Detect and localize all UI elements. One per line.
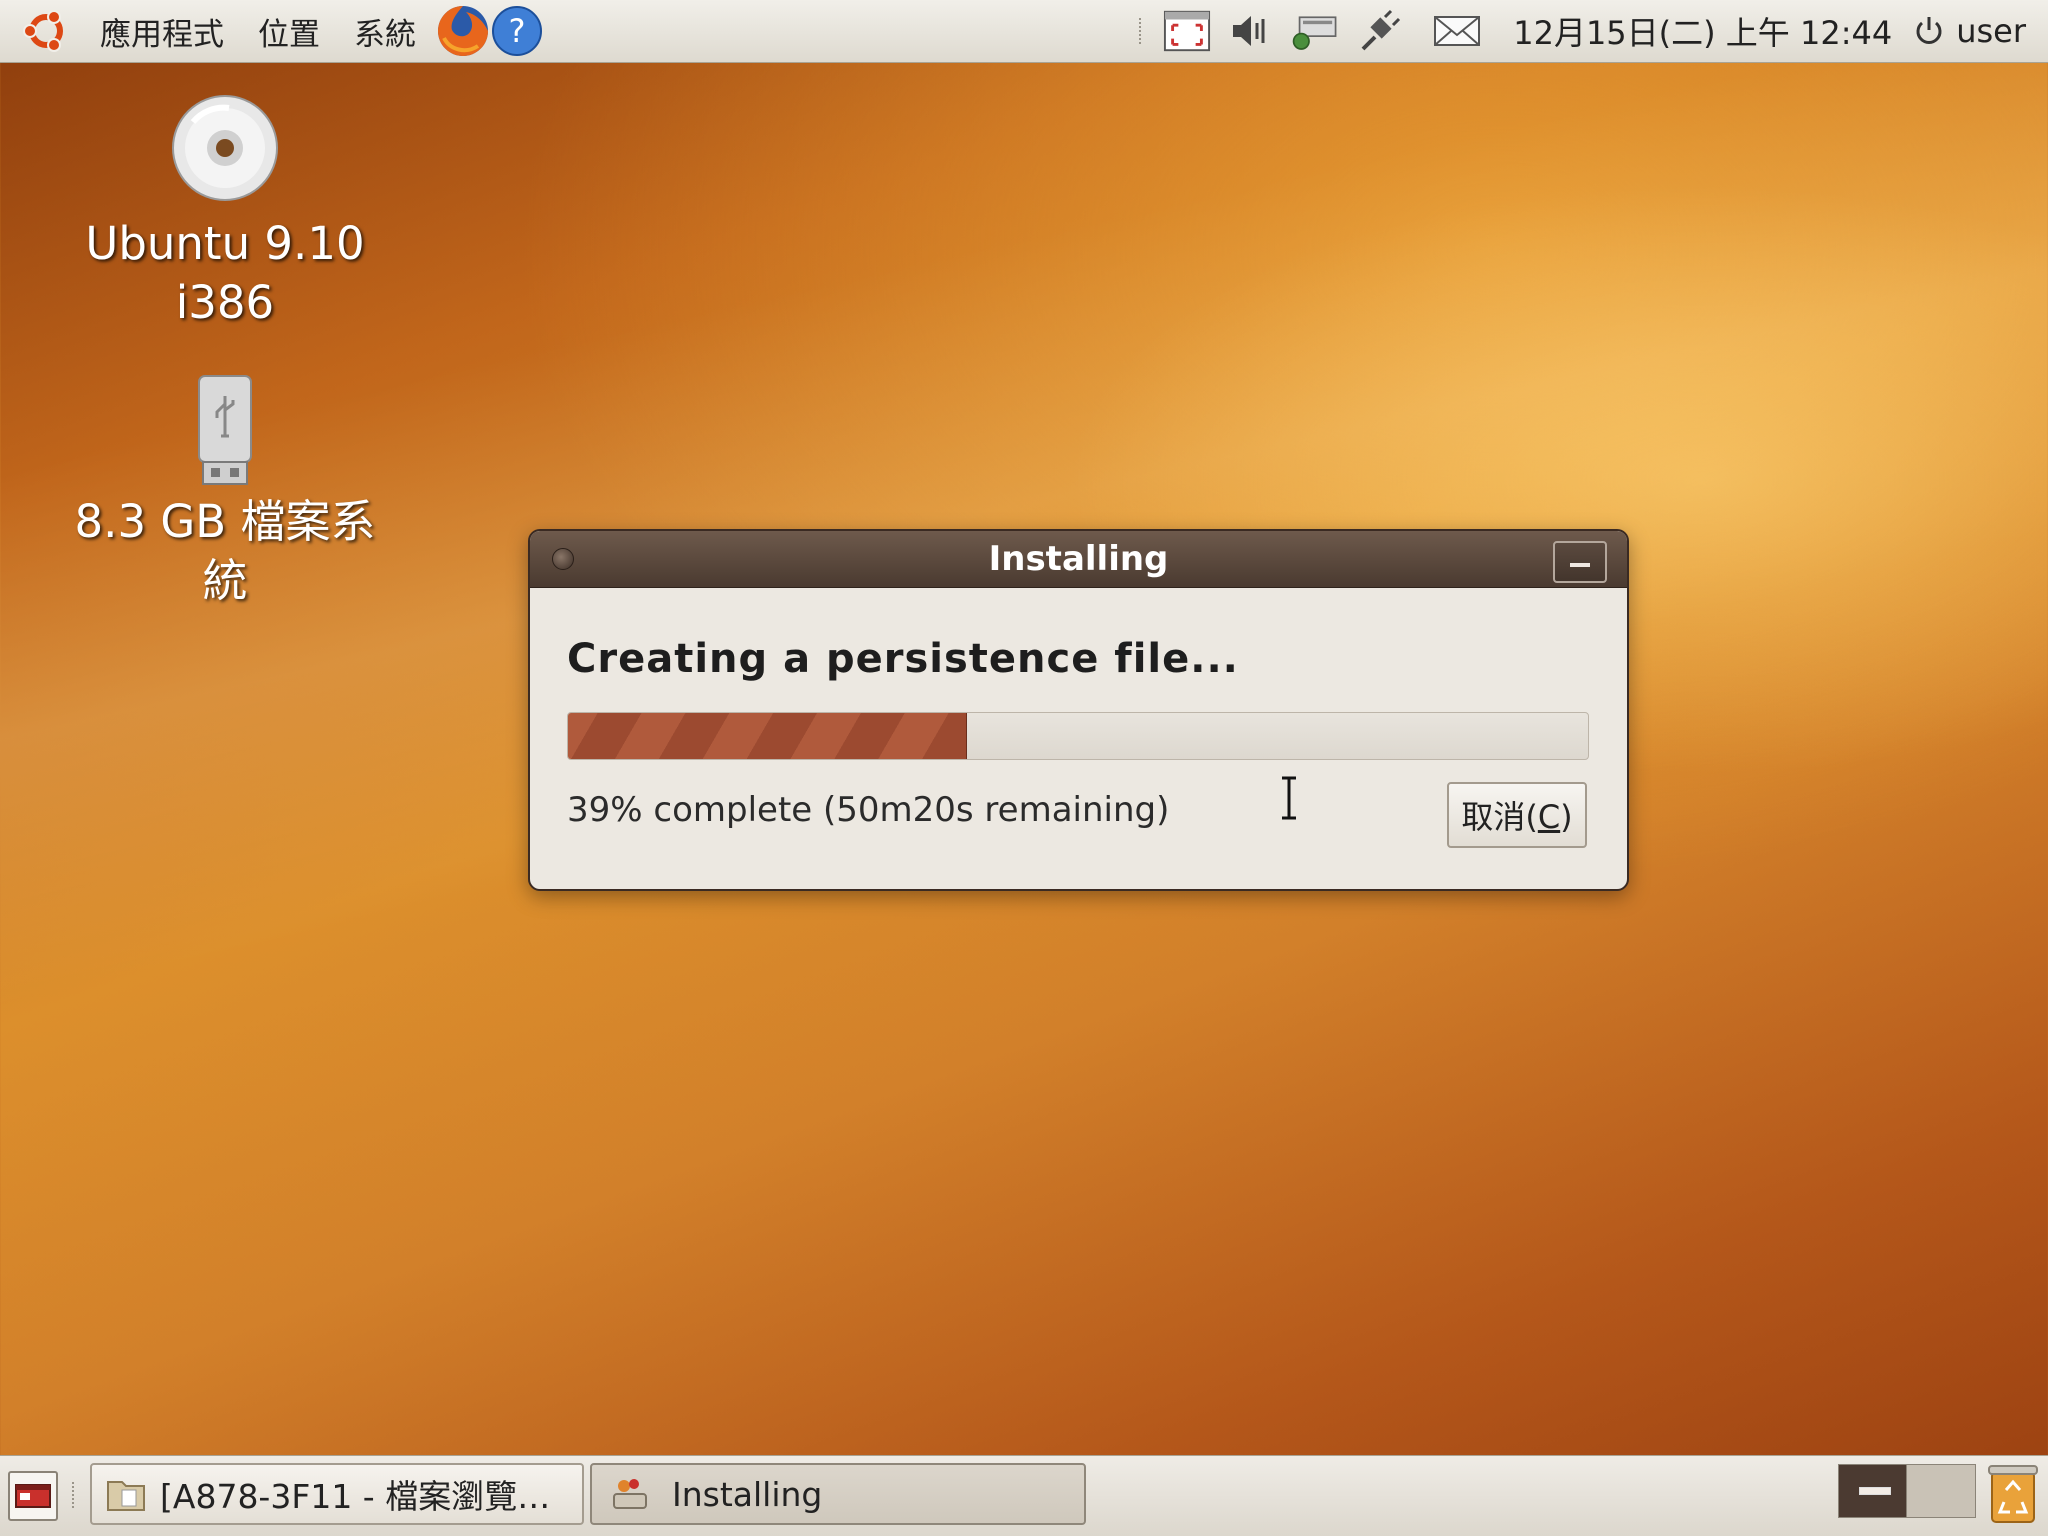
usb-drive-icon <box>40 374 410 486</box>
workspace-1[interactable] <box>1838 1464 1908 1518</box>
help-icon[interactable]: ? <box>490 4 544 58</box>
text-cursor-icon <box>1280 776 1298 820</box>
progress-status: 39% complete (50m20s remaining) <box>567 790 1170 830</box>
system-tray: 12月15日(二) 上午 12:44 user <box>1131 0 2048 62</box>
firefox-icon[interactable] <box>436 4 490 58</box>
clock[interactable]: 12月15日(二) 上午 12:44 <box>1513 8 1892 54</box>
ubuntu-logo-icon[interactable] <box>20 5 72 57</box>
svg-text:?: ? <box>509 12 526 50</box>
folder-icon <box>106 1476 146 1512</box>
window-menu-icon[interactable] <box>552 548 574 570</box>
network-icon[interactable] <box>1291 8 1339 54</box>
desktop-icon-label: 8.3 GB 檔案系 <box>74 495 376 548</box>
window-capture-icon[interactable] <box>1163 8 1211 54</box>
volume-icon[interactable] <box>1227 8 1275 54</box>
user-name: user <box>1956 12 2026 50</box>
dialog-heading: Creating a persistence file... <box>567 636 1239 682</box>
progress-fill <box>568 713 967 759</box>
dialog-titlebar[interactable]: Installing <box>530 531 1627 588</box>
task-file-browser[interactable]: [A878-3F11 - 檔案瀏覽… <box>90 1463 584 1525</box>
top-panel: 應用程式 位置 系統 ? 12月15日(二) 上午 12:44 user <box>0 0 2048 63</box>
task-label: [A878-3F11 - 檔案瀏覽… <box>160 1477 551 1516</box>
power-icon <box>1912 14 1946 48</box>
desktop-icon-usb[interactable]: 8.3 GB 檔案系 統 <box>40 374 410 610</box>
desktop-icon-label: 統 <box>202 554 248 607</box>
workspace-2[interactable] <box>1906 1464 1976 1518</box>
dialog-window-title: Installing <box>988 539 1169 579</box>
task-label: Installing <box>672 1474 823 1514</box>
desktop-icon-label: i386 <box>175 276 275 329</box>
user-menu[interactable]: user <box>1912 12 2026 50</box>
trash-icon[interactable] <box>1986 1462 2040 1526</box>
menu-applications[interactable]: 應用程式 <box>94 9 230 54</box>
mail-icon[interactable] <box>1433 8 1481 54</box>
desktop-icon-cd[interactable]: Ubuntu 9.10 i386 <box>40 92 410 332</box>
cd-icon <box>40 92 410 204</box>
panel-handle <box>1139 18 1147 44</box>
minimize-button[interactable] <box>1553 541 1607 583</box>
progress-bar <box>567 712 1589 760</box>
menu-places[interactable]: 位置 <box>252 9 326 54</box>
panel-handle <box>72 1482 80 1508</box>
task-installing[interactable]: Installing <box>590 1463 1086 1525</box>
show-desktop-button[interactable] <box>8 1471 58 1521</box>
menu-system[interactable]: 系統 <box>348 9 422 54</box>
bottom-panel: [A878-3F11 - 檔案瀏覽… Installing <box>0 1455 2048 1536</box>
desktop-icon-label: Ubuntu 9.10 <box>85 217 365 270</box>
installer-icon <box>610 1476 650 1512</box>
power-plug-icon[interactable] <box>1355 8 1403 54</box>
cancel-button[interactable]: 取消(C) <box>1447 782 1587 848</box>
installing-dialog: Installing Creating a persistence file..… <box>528 529 1629 891</box>
cancel-button-label: 取消(C) <box>1461 798 1573 836</box>
